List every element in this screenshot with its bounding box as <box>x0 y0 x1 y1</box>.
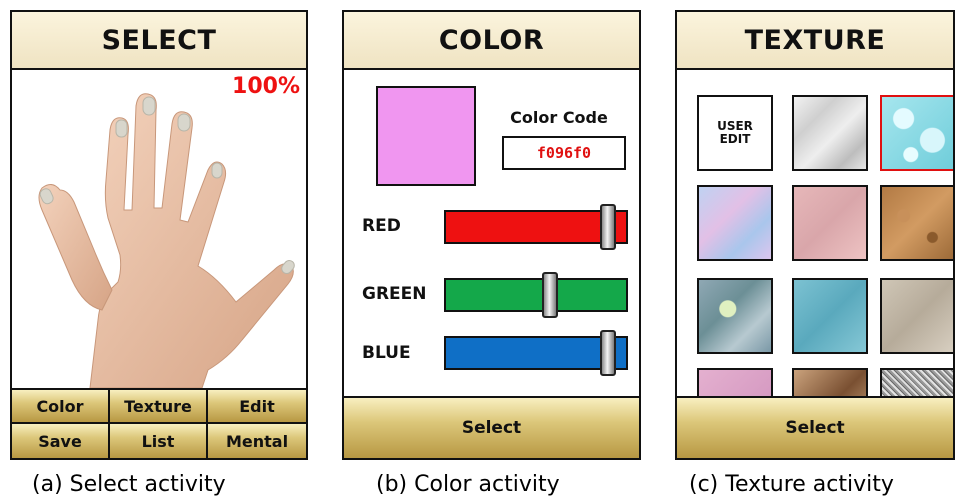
caption-texture: (c) Texture activity <box>689 472 894 497</box>
teal-texture-tile[interactable] <box>792 278 868 354</box>
shell-texture-tile[interactable] <box>697 278 773 354</box>
cork-texture-tile[interactable] <box>880 185 953 261</box>
select-title: SELECT <box>12 12 306 70</box>
list-button[interactable]: List <box>110 424 208 458</box>
blue-slider-label: BLUE <box>362 343 411 363</box>
save-button[interactable]: Save <box>12 424 110 458</box>
zoom-level: 100% <box>232 74 300 99</box>
caption-select: (a) Select activity <box>32 472 226 497</box>
user-edit-tile[interactable]: USER EDIT <box>697 95 773 171</box>
red-slider-thumb[interactable] <box>600 204 616 250</box>
blue-slider[interactable] <box>444 330 628 376</box>
green-slider-label: GREEN <box>362 284 427 304</box>
opal-texture-tile[interactable] <box>697 185 773 261</box>
marble-texture-tile[interactable] <box>792 95 868 171</box>
texture-button[interactable]: Texture <box>110 390 208 424</box>
green-slider[interactable] <box>444 272 628 318</box>
caption-color: (b) Color activity <box>376 472 560 497</box>
color-code-label: Color Code <box>510 108 608 127</box>
select-activity-panel: SELECT 100% Color Texture Edit Save List… <box>10 10 308 460</box>
texture-select-button[interactable]: Select <box>677 396 953 458</box>
user-edit-line2: EDIT <box>719 132 751 146</box>
color-code-field[interactable]: f096f0 <box>502 136 626 170</box>
hand-preview[interactable]: 100% <box>12 70 306 388</box>
color-title: COLOR <box>344 12 639 70</box>
red-slider-label: RED <box>362 216 401 236</box>
sand-texture-tile[interactable] <box>880 278 953 354</box>
green-slider-thumb[interactable] <box>542 272 558 318</box>
color-swatch <box>376 86 476 186</box>
water-texture-tile[interactable] <box>880 95 953 171</box>
texture-activity-panel: TEXTURE USER EDIT Select <box>675 10 955 460</box>
edit-button[interactable]: Edit <box>208 390 306 424</box>
pink-texture-tile[interactable] <box>792 185 868 261</box>
blue-slider-thumb[interactable] <box>600 330 616 376</box>
color-select-button[interactable]: Select <box>344 396 639 458</box>
texture-title: TEXTURE <box>677 12 953 70</box>
hand-image <box>38 93 295 388</box>
color-button[interactable]: Color <box>12 390 110 424</box>
action-button-grid: Color Texture Edit Save List Mental <box>12 388 306 458</box>
red-slider[interactable] <box>444 204 628 250</box>
color-activity-panel: COLOR Color Code f096f0 RED GREEN BLUE S… <box>342 10 641 460</box>
mental-button[interactable]: Mental <box>208 424 306 458</box>
